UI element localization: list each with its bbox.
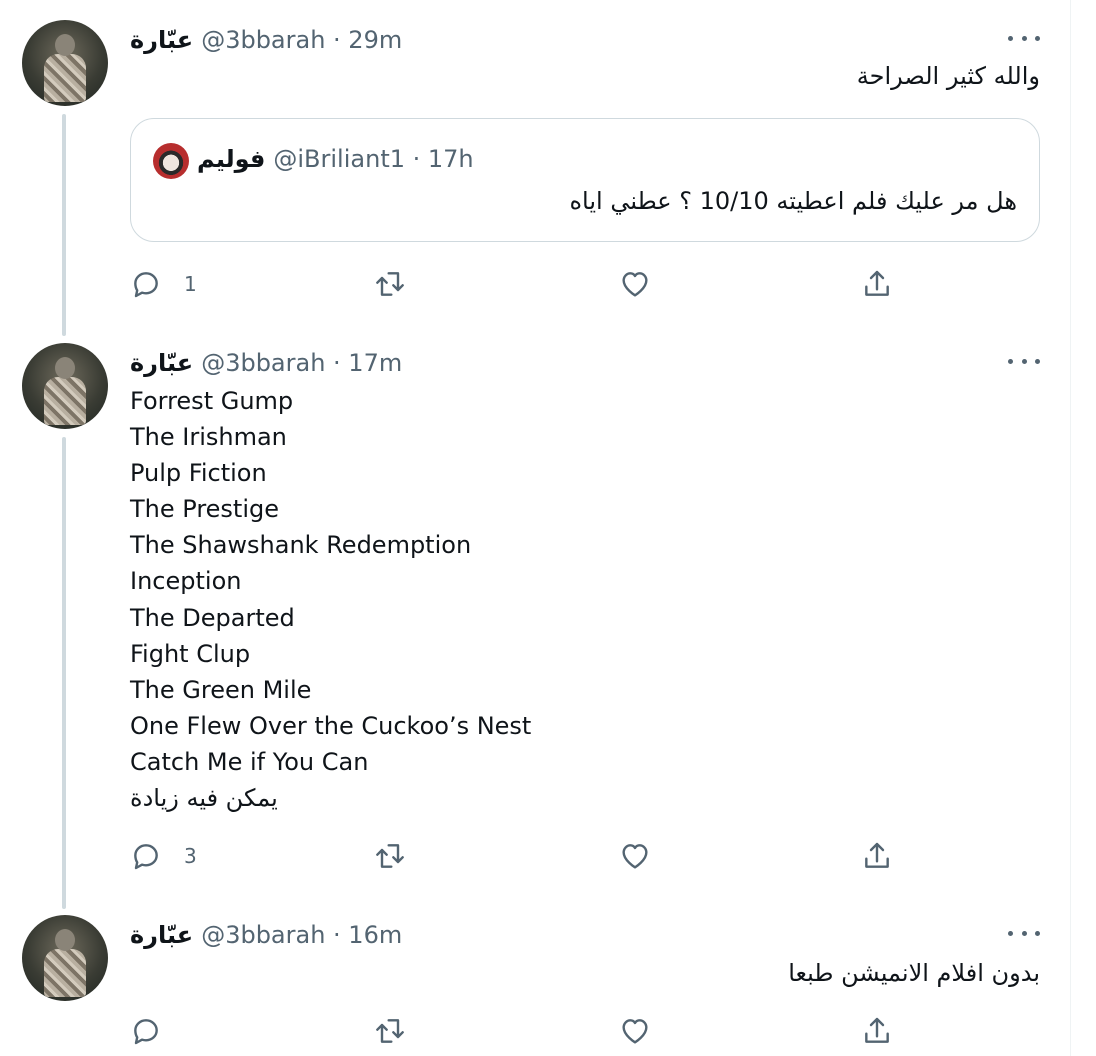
list-item: Fight Clup xyxy=(130,639,251,668)
tweet-text: Forrest Gump The Irishman Pulp Fiction T… xyxy=(130,383,531,816)
retweet-button[interactable] xyxy=(374,266,406,302)
list-item: Pulp Fiction xyxy=(130,459,267,488)
reply-icon xyxy=(134,1019,158,1045)
handle-and-time[interactable]: @3bbarah · 16m xyxy=(201,921,402,949)
share-icon xyxy=(865,1017,889,1043)
display-name[interactable]: عبّارة xyxy=(130,349,193,377)
handle-and-time[interactable]: @3bbarah · 29m xyxy=(201,26,402,54)
more-icon[interactable] xyxy=(1008,351,1040,371)
list-item: The Irishman xyxy=(130,423,287,452)
share-button[interactable] xyxy=(861,1013,893,1049)
tweet-text: والله كثير الصراحة xyxy=(856,62,1040,90)
reply-count: 1 xyxy=(184,272,197,296)
list-item: Forrest Gump xyxy=(130,387,294,415)
retweet-button[interactable] xyxy=(374,1013,406,1049)
reply-button[interactable]: 1 xyxy=(130,266,197,302)
reply-icon xyxy=(134,272,158,298)
share-icon xyxy=(865,270,889,296)
list-item: The Shawshank Redemption xyxy=(130,531,472,560)
tweet-actions: 1 xyxy=(130,266,1040,302)
handle-and-time: @iBriliant1 · 17h xyxy=(273,145,474,173)
retweet-icon xyxy=(376,1019,404,1043)
display-name: فوليم xyxy=(197,145,266,173)
list-item: The Prestige xyxy=(130,495,280,524)
quoted-tweet-header: فوليم @iBriliant1 · 17h xyxy=(197,145,474,173)
retweet-icon xyxy=(376,272,404,296)
heart-icon xyxy=(622,272,648,297)
display-name[interactable]: عبّارة xyxy=(130,921,193,949)
timeline-border xyxy=(1070,0,1071,1056)
more-icon[interactable] xyxy=(1008,923,1040,943)
list-item: يمكن فيه زيادة xyxy=(130,784,278,813)
tweet-actions: 3 xyxy=(130,838,1040,874)
tweet-text: بدون افلام الانميشن طبعا xyxy=(788,959,1040,987)
tweet-actions xyxy=(130,1013,1040,1049)
avatar[interactable] xyxy=(22,915,108,1001)
quoted-tweet[interactable]: فوليم @iBriliant1 · 17h هل مر عليك فلم ا… xyxy=(130,118,1040,242)
reply-button[interactable]: 3 xyxy=(130,838,197,874)
reply-count: 3 xyxy=(184,844,197,868)
list-item: Inception xyxy=(130,567,242,596)
list-item: Catch Me if You Can xyxy=(130,747,369,776)
list-item: The Green Mile xyxy=(130,675,312,704)
quoted-tweet-text: هل مر عليك فلم اعطيته 10/10 ؟ عطني اياه xyxy=(569,187,1017,215)
heart-icon xyxy=(622,1019,648,1044)
retweet-icon xyxy=(376,844,404,868)
reply-icon xyxy=(134,844,158,870)
like-button[interactable] xyxy=(619,838,651,874)
like-button[interactable] xyxy=(619,1013,651,1049)
list-item: The Departed xyxy=(130,603,295,632)
share-button[interactable] xyxy=(861,266,893,302)
tweet-header: عبّارة @3bbarah · 29m xyxy=(130,24,402,56)
handle-and-time[interactable]: @3bbarah · 17m xyxy=(201,349,402,377)
list-item: One Flew Over the Cuckoo’s Nest xyxy=(130,711,532,740)
share-button[interactable] xyxy=(861,838,893,874)
heart-icon xyxy=(622,844,648,869)
tweet[interactable]: عبّارة @3bbarah · 29m والله كثير الصراحة… xyxy=(0,0,1070,330)
avatar xyxy=(153,143,189,179)
avatar[interactable] xyxy=(22,20,108,106)
reply-button[interactable] xyxy=(130,1013,184,1049)
retweet-button[interactable] xyxy=(374,838,406,874)
avatar[interactable] xyxy=(22,343,108,429)
tweet-header: عبّارة @3bbarah · 17m xyxy=(130,347,402,379)
display-name[interactable]: عبّارة xyxy=(130,26,193,54)
tweet-header: عبّارة @3bbarah · 16m xyxy=(130,919,402,951)
more-icon[interactable] xyxy=(1008,28,1040,48)
share-icon xyxy=(865,842,889,868)
like-button[interactable] xyxy=(619,266,651,302)
